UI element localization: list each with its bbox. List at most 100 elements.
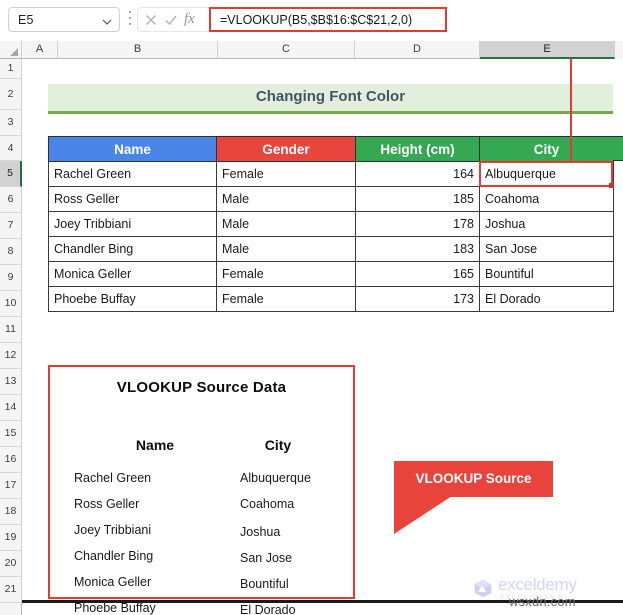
row-header-4[interactable]: 4	[0, 136, 22, 161]
header-gender[interactable]: Gender	[216, 136, 356, 162]
table-row: Chandler Bing Male 183 San Jose	[48, 236, 614, 262]
row-header-18[interactable]: 18	[0, 499, 22, 525]
row-header-10[interactable]: 10	[0, 291, 22, 317]
cell-gender[interactable]: Male	[216, 236, 356, 262]
exceldemy-logo-icon	[474, 579, 492, 598]
cell-name[interactable]: Chandler Bing	[48, 236, 217, 262]
row-header-1[interactable]: 1	[0, 59, 22, 79]
cell-city[interactable]: Coahoma	[479, 186, 614, 212]
source-cell-name: Ross Geller	[74, 497, 140, 511]
callout-tail-icon	[394, 496, 452, 534]
watermark-brand: exceldemy	[498, 575, 577, 594]
formula-action-icons: fx	[137, 7, 209, 32]
cell-gender[interactable]: Female	[216, 261, 356, 287]
header-city[interactable]: City	[479, 136, 614, 162]
name-box[interactable]: E5	[8, 7, 120, 32]
title-banner-text: Changing Font Color	[255, 88, 406, 105]
column-header-d[interactable]: D	[355, 41, 480, 59]
cell-city[interactable]: El Dorado	[479, 286, 614, 312]
row-header-9[interactable]: 9	[0, 265, 22, 291]
row-header-21[interactable]: 21	[0, 577, 22, 603]
more-options-icon[interactable]	[128, 11, 132, 28]
row-header-5[interactable]: 5	[0, 161, 22, 187]
cell-gender[interactable]: Male	[216, 186, 356, 212]
column-header-e[interactable]: E	[480, 41, 615, 59]
column-header-b[interactable]: B	[58, 41, 218, 59]
row-header-13[interactable]: 13	[0, 369, 22, 395]
formula-text: =VLOOKUP(B5,$B$16:$C$21,2,0)	[220, 13, 413, 27]
watermark: exceldemy EXCEL DATA BI wsxdn.com	[473, 574, 613, 609]
cancel-icon[interactable]	[143, 12, 160, 29]
header-name[interactable]: Name	[48, 136, 217, 162]
cell-city[interactable]: Joshua	[479, 211, 614, 237]
row-header-20[interactable]: 20	[0, 551, 22, 577]
row-header-19[interactable]: 19	[0, 525, 22, 551]
source-cell-city: San Jose	[240, 551, 293, 565]
connector-vertical	[570, 59, 572, 162]
source-box-title: VLOOKUP Source Data	[116, 379, 287, 396]
formula-bar: E5 fx =VLOOKUP(B5,$B$16:$C$21,2,0)	[0, 0, 623, 42]
worksheet-canvas: Changing Font Color Name Gender Height (…	[22, 59, 623, 615]
cell-name[interactable]: Joey Tribbiani	[48, 211, 217, 237]
main-data-table: Name Gender Height (cm) City Rachel Gree…	[48, 136, 614, 312]
source-cell-name: Joey Tribbiani	[74, 523, 152, 537]
source-cell-city: Bountiful	[240, 577, 289, 591]
cell-name[interactable]: Ross Geller	[48, 186, 217, 212]
cell-city[interactable]: Albuquerque	[479, 161, 614, 187]
source-cell-city: Albuquerque	[240, 471, 311, 485]
row-header-7[interactable]: 7	[0, 213, 22, 239]
header-overflow-strip	[613, 136, 623, 161]
cell-gender[interactable]: Female	[216, 286, 356, 312]
select-all-corner[interactable]	[0, 41, 22, 59]
cell-gender[interactable]: Female	[216, 161, 356, 187]
watermark-site: wsxdn.com	[509, 594, 576, 609]
row-header-2[interactable]: 2	[0, 79, 22, 110]
row-header-14[interactable]: 14	[0, 395, 22, 421]
source-cell-name: Rachel Green	[74, 471, 152, 485]
cell-height[interactable]: 173	[355, 286, 480, 312]
cell-height[interactable]: 183	[355, 236, 480, 262]
row-header-8[interactable]: 8	[0, 239, 22, 265]
cell-height[interactable]: 178	[355, 211, 480, 237]
source-header-name: Name	[135, 437, 175, 453]
source-cell-city: Joshua	[240, 525, 281, 539]
table-header-row: Name Gender Height (cm) City	[48, 136, 614, 162]
source-cell-name: Phoebe Buffay	[74, 601, 156, 615]
cell-name[interactable]: Monica Geller	[48, 261, 217, 287]
column-header-a[interactable]: A	[22, 41, 58, 59]
confirm-icon[interactable]	[163, 12, 180, 29]
title-banner: Changing Font Color	[48, 84, 613, 114]
cell-height[interactable]: 185	[355, 186, 480, 212]
table-row: Rachel Green Female 164 Albuquerque	[48, 161, 614, 187]
source-header-city: City	[264, 437, 292, 453]
cell-city[interactable]: Bountiful	[479, 261, 614, 287]
cell-city[interactable]: San Jose	[479, 236, 614, 262]
source-cell-city: El Dorado	[240, 603, 296, 615]
table-row: Joey Tribbiani Male 178 Joshua	[48, 211, 614, 237]
table-row: Monica Geller Female 165 Bountiful	[48, 261, 614, 287]
callout-label: VLOOKUP Source	[415, 471, 532, 486]
source-cell-city: Coahoma	[240, 497, 295, 511]
cell-height[interactable]: 164	[355, 161, 480, 187]
vlookup-source-box: VLOOKUP Source Data Name City Rachel Gre…	[48, 365, 355, 615]
vlookup-source-callout: VLOOKUP Source	[394, 461, 553, 497]
row-header-3[interactable]: 3	[0, 110, 22, 136]
row-header-16[interactable]: 16	[0, 447, 22, 473]
select-all-icon	[10, 48, 18, 56]
chevron-down-icon[interactable]	[102, 17, 112, 26]
header-height[interactable]: Height (cm)	[355, 136, 480, 162]
row-header-17[interactable]: 17	[0, 473, 22, 499]
row-header-11[interactable]: 11	[0, 317, 22, 343]
source-cell-name: Chandler Bing	[74, 549, 154, 563]
fx-insert-function-icon[interactable]: fx	[184, 11, 203, 30]
row-header-12[interactable]: 12	[0, 343, 22, 369]
row-header-6[interactable]: 6	[0, 187, 22, 213]
formula-input[interactable]: =VLOOKUP(B5,$B$16:$C$21,2,0)	[209, 7, 447, 32]
cell-name[interactable]: Rachel Green	[48, 161, 217, 187]
name-box-value: E5	[18, 13, 34, 27]
cell-gender[interactable]: Male	[216, 211, 356, 237]
row-header-15[interactable]: 15	[0, 421, 22, 447]
cell-name[interactable]: Phoebe Buffay	[48, 286, 217, 312]
cell-height[interactable]: 165	[355, 261, 480, 287]
column-header-c[interactable]: C	[218, 41, 355, 59]
